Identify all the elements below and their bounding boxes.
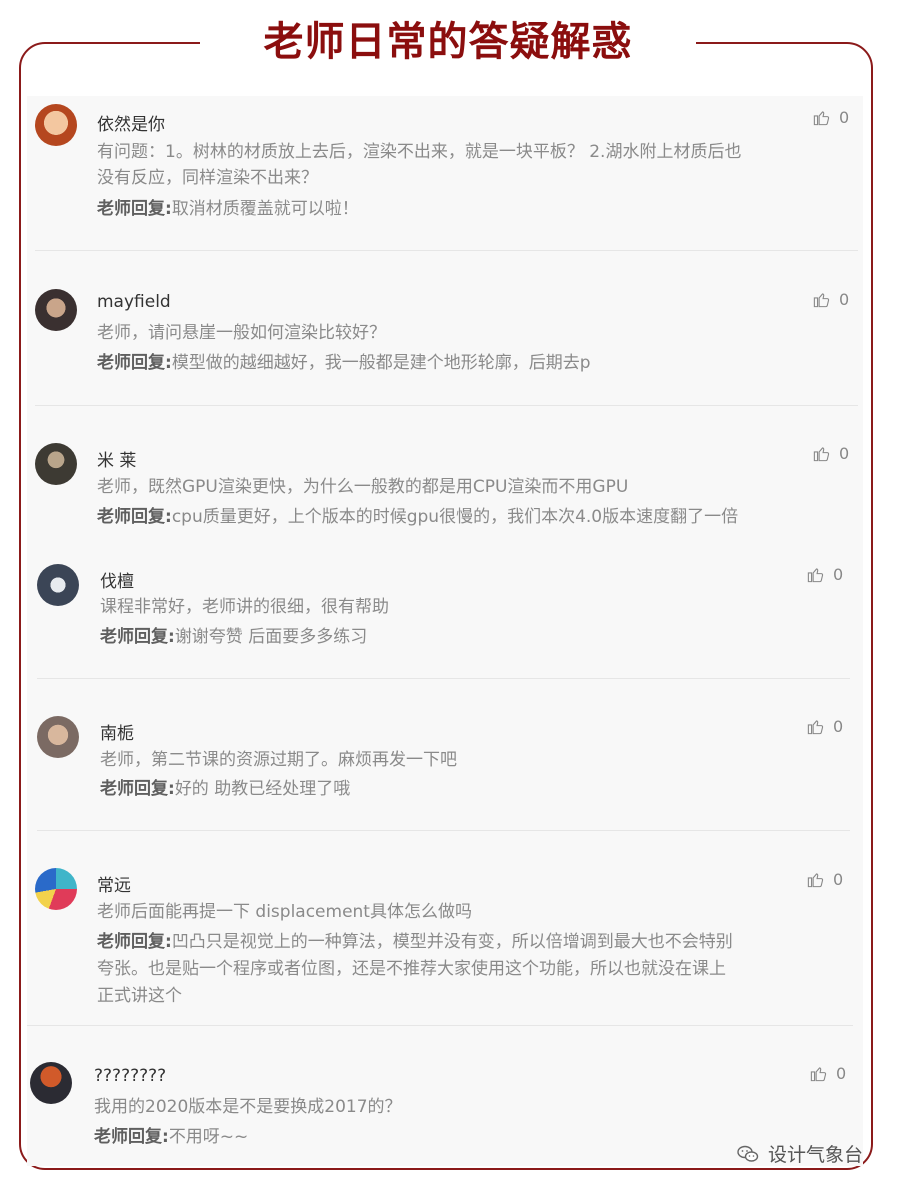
divider <box>35 250 858 251</box>
like-button[interactable]: 0 <box>806 870 843 889</box>
avatar[interactable] <box>30 1062 72 1104</box>
title-banner: 老师日常的答疑解惑 <box>200 12 696 72</box>
comment-username[interactable]: 伐檀 <box>100 567 134 592</box>
reply-label: 老师回复: <box>97 199 172 219</box>
avatar[interactable] <box>35 443 77 485</box>
like-count: 0 <box>833 870 844 889</box>
like-button[interactable]: 0 <box>806 717 843 736</box>
comment-username[interactable]: 南栀 <box>100 719 134 744</box>
comment-text: 有问题：1。树林的材质放上去后，渲染不出来，就是一块平板？ 2.湖水附上材质后也 <box>97 142 742 162</box>
comment-text: 老师后面能再提一下 displacement具体怎么做吗 <box>97 902 472 922</box>
like-button[interactable]: 0 <box>806 565 843 584</box>
page-title: 老师日常的答疑解惑 <box>263 19 633 65</box>
divider <box>37 678 850 679</box>
reply-text: 谢谢夸赞 后面要多多练习 <box>174 627 368 647</box>
teacher-reply: 老师回复:cpu质量更好，上个版本的时候gpu很慢的，我们本次4.0版本速度翻了… <box>97 504 738 531</box>
like-count: 0 <box>839 108 850 127</box>
comment-username[interactable]: 常远 <box>97 871 131 896</box>
like-count: 0 <box>839 290 850 309</box>
comment-text: 老师，既然GPU渲染更快，为什么一般教的都是用CPU渲染而不用GPU <box>97 477 629 497</box>
reply-text-continued: 正式讲这个 <box>97 986 182 1006</box>
reply-label: 老师回复: <box>94 1127 169 1147</box>
teacher-reply: 老师回复:好的 助教已经处理了哦 <box>100 776 350 803</box>
reply-label: 老师回复: <box>100 627 175 647</box>
avatar[interactable] <box>37 716 79 758</box>
teacher-reply: 老师回复:谢谢夸赞 后面要多多练习 <box>100 624 367 651</box>
like-button[interactable]: 0 <box>809 1064 846 1083</box>
reply-text: 不用呀~~ <box>168 1127 249 1147</box>
reply-text: 凹凸只是视觉上的一种算法，模型并没有变，所以倍增调到最大也不会特别 <box>171 932 733 952</box>
thumbs-up-icon <box>810 1067 827 1082</box>
like-button[interactable]: 0 <box>812 290 849 309</box>
comment-text: 没有反应，同样渲染不出来？ <box>97 168 318 188</box>
comment-text: 课程非常好，老师讲的很细，很有帮助 <box>100 597 389 617</box>
teacher-reply: 老师回复:凹凸只是视觉上的一种算法，模型并没有变，所以倍增调到最大也不会特别 <box>97 929 733 956</box>
reply-text-continued: 夸张。也是贴一个程序或者位图，还是不推荐大家使用这个功能，所以也就没在课上 <box>97 959 726 979</box>
reply-label: 老师回复: <box>97 353 172 373</box>
avatar[interactable] <box>35 868 77 910</box>
teacher-reply: 老师回复:取消材质覆盖就可以啦！ <box>97 196 359 223</box>
thumbs-up-icon <box>807 873 824 888</box>
reply-text: 好的 助教已经处理了哦 <box>174 779 351 799</box>
like-count: 0 <box>833 565 844 584</box>
reply-label: 老师回复: <box>100 779 175 799</box>
comment-text: 我用的2020版本是不是要换成2017的？ <box>94 1097 402 1117</box>
like-count: 0 <box>836 1064 847 1083</box>
avatar[interactable] <box>35 289 77 331</box>
thumbs-up-icon <box>813 111 830 126</box>
thumbs-up-icon <box>807 720 824 735</box>
like-button[interactable]: 0 <box>812 444 849 463</box>
teacher-reply: 老师回复:不用呀~~ <box>94 1124 248 1151</box>
watermark-text: 设计气象台 <box>768 1144 864 1166</box>
thumbs-up-icon <box>813 293 830 308</box>
reply-label: 老师回复: <box>97 932 172 952</box>
reply-text: cpu质量更好，上个版本的时候gpu很慢的，我们本次4.0版本速度翻了一倍 <box>171 507 739 527</box>
divider <box>35 405 858 406</box>
like-count: 0 <box>839 444 850 463</box>
comment-text: 老师，第二节课的资源过期了。麻烦再发一下吧 <box>100 750 457 770</box>
wechat-icon <box>737 1145 759 1162</box>
comment-username[interactable]: 依然是你 <box>97 110 165 135</box>
reply-text: 取消材质覆盖就可以啦！ <box>171 199 359 219</box>
thumbs-up-icon <box>807 568 824 583</box>
avatar[interactable] <box>37 564 79 606</box>
teacher-reply: 老师回复:模型做的越细越好，我一般都是建个地形轮廓，后期去p <box>97 350 591 377</box>
comment-username[interactable]: 米 莱 <box>97 446 136 471</box>
like-count: 0 <box>833 717 844 736</box>
avatar[interactable] <box>35 104 77 146</box>
comment-username[interactable]: mayfield <box>97 292 171 312</box>
comment-username[interactable]: ???????? <box>94 1066 166 1086</box>
like-button[interactable]: 0 <box>812 108 849 127</box>
reply-text: 模型做的越细越好，我一般都是建个地形轮廓，后期去p <box>171 353 591 373</box>
divider <box>27 1025 853 1026</box>
thumbs-up-icon <box>813 447 830 462</box>
reply-label: 老师回复: <box>97 507 172 527</box>
comment-text: 老师，请问悬崖一般如何渲染比较好？ <box>97 323 386 343</box>
watermark: 设计气象台 <box>736 1140 863 1167</box>
divider <box>37 830 850 831</box>
